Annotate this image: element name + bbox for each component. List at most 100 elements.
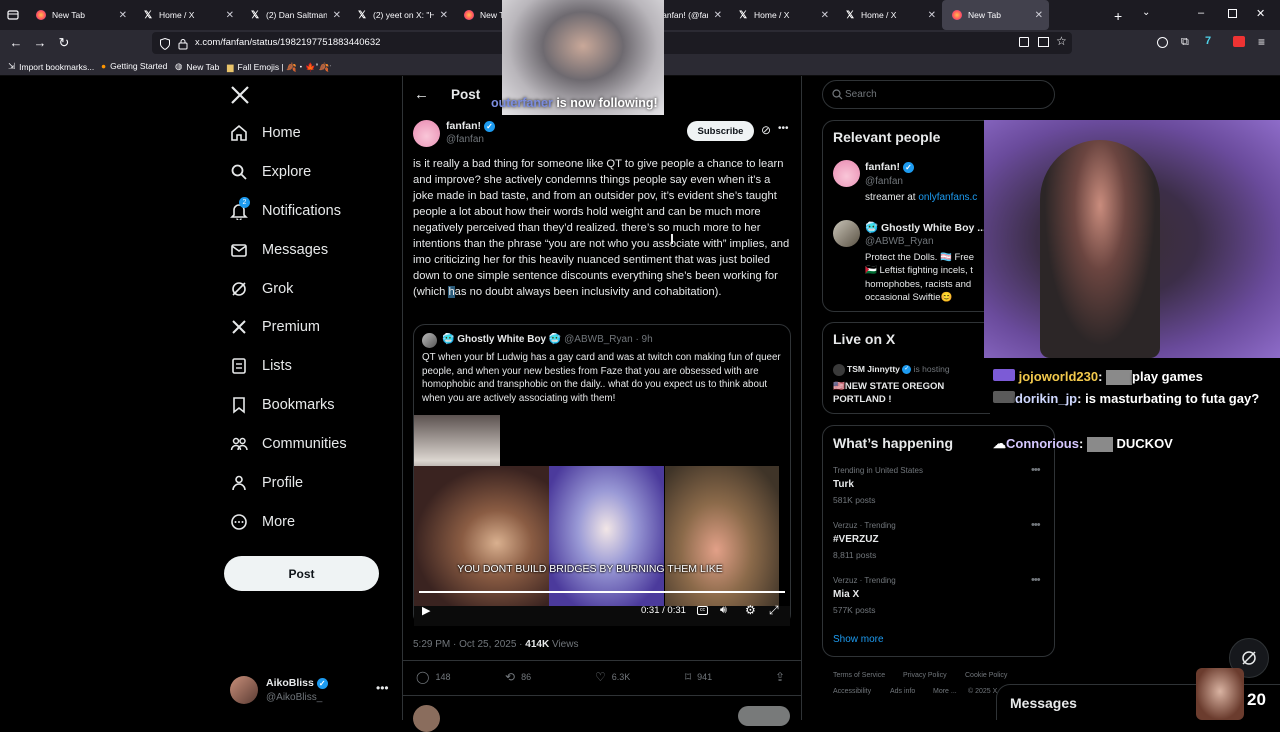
forward-icon[interactable]: → <box>32 35 48 51</box>
captions-icon[interactable]: cc <box>697 606 708 615</box>
sidebar-item-grok[interactable]: Grok <box>230 280 293 298</box>
picture-in-picture-icon[interactable] <box>1038 37 1049 47</box>
notification-badge: 2 <box>239 197 250 208</box>
browser-tab[interactable]: 𝕏 Home / X ✕ <box>728 0 835 30</box>
person-name[interactable]: fanfan! ✓ <box>865 161 914 173</box>
post-more-icon[interactable]: ••• <box>778 123 789 134</box>
browser-tab[interactable]: 𝕏 Home / X ✕ <box>133 0 240 30</box>
shield-icon[interactable] <box>160 37 170 55</box>
extensions-icon[interactable]: ⧉ <box>1181 36 1189 49</box>
close-tab-icon[interactable]: ✕ <box>714 10 722 21</box>
settings-gear-icon[interactable]: ⚙ <box>745 603 756 617</box>
live-host[interactable]: TSM Jinnytty ✓ is hosting <box>847 364 950 375</box>
sidebar-item-premium[interactable]: Premium <box>230 318 320 336</box>
volume-icon[interactable]: 🔊︎ <box>720 604 727 617</box>
close-tab-icon[interactable]: ✕ <box>928 10 936 21</box>
minimize-button[interactable]: – <box>1198 7 1204 19</box>
repost-button[interactable]: ⟲ 86 <box>505 670 531 684</box>
menu-icon[interactable]: ≡ <box>1258 35 1265 49</box>
messages-drawer-title[interactable]: Messages <box>1010 695 1077 711</box>
sidebar-item-messages[interactable]: Messages <box>230 241 328 259</box>
account-icon[interactable] <box>1157 37 1168 48</box>
back-arrow-icon[interactable]: ← <box>414 86 429 103</box>
sidebar-item-bookmarks[interactable]: Bookmarks <box>230 396 335 414</box>
close-tab-icon[interactable]: ✕ <box>1035 10 1043 21</box>
bookmark-star-icon[interactable]: ☆ <box>1056 34 1067 48</box>
live-avatar[interactable] <box>833 364 845 376</box>
video-panel-right <box>665 466 779 606</box>
reload-icon[interactable]: ↻ <box>56 35 72 51</box>
maximize-button[interactable] <box>1228 9 1237 18</box>
sidebar-item-explore[interactable]: Explore <box>230 163 311 181</box>
bookmark-fall-emojis[interactable]: ▆ Fall Emojis | 🍂・🍁˚🍂ˑ <box>227 61 331 73</box>
browser-tab[interactable]: New Tab ✕ <box>942 0 1049 30</box>
bookmark-getting-started[interactable]: ● Getting Started <box>101 61 167 71</box>
close-tab-icon[interactable]: ✕ <box>821 10 829 21</box>
reply-button[interactable]: ◯ 148 <box>416 670 450 684</box>
subscribe-button[interactable]: Subscribe <box>687 121 754 141</box>
footer-link[interactable]: More ... <box>933 688 957 695</box>
footer-link[interactable]: Terms of Service <box>833 672 885 679</box>
close-tab-icon[interactable]: ✕ <box>226 10 234 21</box>
bookmark-new-tab[interactable]: ◍ New Tab <box>175 61 219 72</box>
tab-overflow-icon[interactable]: ⌄ <box>1142 7 1150 18</box>
footer-link[interactable]: © 2025 X <box>968 688 997 695</box>
live-stream-title[interactable]: 🇺🇸NEW STATE OREGON PORTLAND ! <box>833 380 983 406</box>
close-tab-icon[interactable]: ✕ <box>119 10 127 21</box>
footer-link[interactable]: Cookie Policy <box>965 672 1007 679</box>
bookmark-button[interactable]: ⌑ 941 <box>685 670 712 684</box>
author-handle[interactable]: @fanfan <box>446 134 484 145</box>
reply-button-partial[interactable] <box>738 706 790 726</box>
play-icon[interactable]: ▶ <box>422 604 430 617</box>
trend-more-icon[interactable]: ••• <box>1031 519 1041 531</box>
browser-tab[interactable]: New Tab ✕ <box>26 0 133 30</box>
account-more-icon[interactable]: ••• <box>376 681 389 695</box>
browser-tab[interactable]: 𝕏 Home / X ✕ <box>835 0 942 30</box>
sidebar-item-more[interactable]: More <box>230 513 295 531</box>
footer-link[interactable]: Ads info <box>890 688 915 695</box>
browser-tab[interactable]: 𝕏(2) Dan Saltman on✕ <box>240 0 347 30</box>
like-button[interactable]: ♡ 6.3K <box>595 670 630 684</box>
sidebar-item-notifications[interactable]: 2 Notifications <box>230 197 341 222</box>
grok-icon <box>1242 651 1256 665</box>
footer-link[interactable]: Accessibility <box>833 688 871 695</box>
extension-7tv-icon[interactable]: 7 <box>1205 35 1211 47</box>
person-avatar[interactable] <box>833 220 860 247</box>
footer-link[interactable]: Privacy Policy <box>903 672 947 679</box>
lock-icon[interactable] <box>178 37 188 55</box>
new-tab-button[interactable]: + <box>1114 8 1122 24</box>
close-window-button[interactable]: ✕ <box>1256 7 1265 20</box>
trend-more-icon[interactable]: ••• <box>1031 464 1041 476</box>
sidebar-item-communities[interactable]: Communities <box>230 435 347 453</box>
close-tab-icon[interactable]: ✕ <box>440 10 448 21</box>
post-button[interactable]: Post <box>224 556 379 591</box>
url-text[interactable]: x.com/fanfan/status/1982197751883440632 <box>195 37 380 48</box>
x-logo-icon[interactable] <box>230 85 250 110</box>
reader-view-icon[interactable] <box>1019 37 1029 47</box>
account-name[interactable]: AikoBliss ✓ <box>266 677 328 689</box>
relevant-people-title: Relevant people <box>833 129 941 145</box>
extension-badge-icon[interactable] <box>1233 36 1245 47</box>
close-tab-icon[interactable]: ✕ <box>333 10 341 21</box>
video-progress-track[interactable] <box>419 591 785 593</box>
tab-list-icon[interactable] <box>0 0 26 30</box>
show-more-link[interactable]: Show more <box>833 634 884 645</box>
bookmark-import[interactable]: ⇲ Import bookmarks... <box>8 61 94 72</box>
browser-tab[interactable]: 𝕏(2) yeet on X: "Has✕ <box>347 0 454 30</box>
grok-icon[interactable]: ⊘ <box>761 123 771 137</box>
account-avatar[interactable] <box>230 676 258 704</box>
trend-more-icon[interactable]: ••• <box>1031 574 1041 586</box>
sidebar-item-lists[interactable]: Lists <box>230 357 292 375</box>
bio-link[interactable]: onlyfanfans.c <box>918 192 977 203</box>
author-avatar[interactable] <box>413 120 440 147</box>
person-name[interactable]: 🥶 Ghostly White Boy ... <box>865 221 986 234</box>
back-icon[interactable]: ← <box>8 35 24 51</box>
share-button[interactable]: ⇪ <box>775 670 785 684</box>
verified-icon: ✓ <box>316 677 328 689</box>
person-avatar[interactable] <box>833 160 860 187</box>
x-icon: 𝕏 <box>738 9 748 21</box>
author-name[interactable]: fanfan! ✓ <box>446 120 495 132</box>
fullscreen-icon[interactable]: ⤢ <box>769 603 779 618</box>
sidebar-item-home[interactable]: Home <box>230 124 301 142</box>
sidebar-item-profile[interactable]: Profile <box>230 474 303 492</box>
